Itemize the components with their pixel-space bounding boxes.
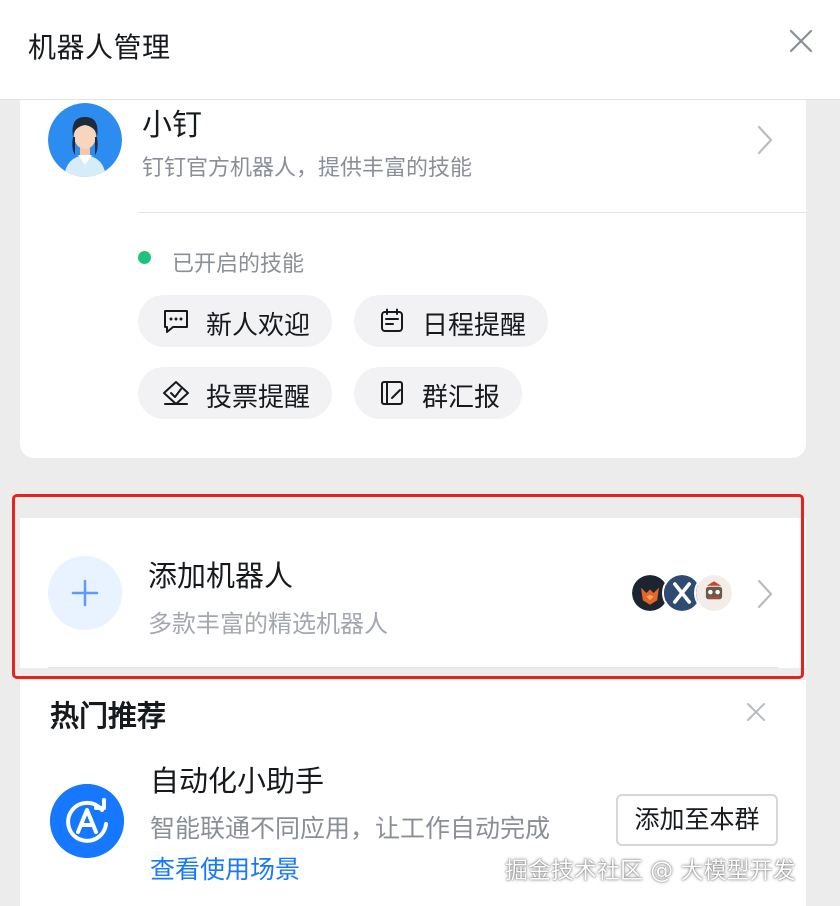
close-icon[interactable] [786, 26, 816, 56]
recommend-title: 热门推荐 [50, 699, 167, 733]
close-icon[interactable] [744, 700, 768, 724]
report-icon [381, 381, 403, 405]
skill-chip-welcome[interactable]: 新人欢迎 [138, 295, 332, 347]
status-dot [138, 251, 151, 264]
xiaoding-avatar[interactable] [48, 103, 122, 177]
add-robot-title: 添加机器人 [148, 559, 294, 593]
watermark: 掘金技术社区 @ 大模型开发 [505, 858, 796, 884]
skills-status-label: 已开启的技能 [172, 252, 305, 277]
divider [48, 667, 778, 668]
chevron-right-icon[interactable] [756, 124, 774, 156]
bot-description: 钉钉官方机器人，提供丰富的技能 [142, 156, 473, 181]
dialog-title: 机器人管理 [28, 31, 171, 64]
bot-name: 小钉 [142, 108, 202, 143]
skill-chip-label: 投票提醒 [206, 383, 311, 413]
add-to-group-button[interactable]: 添加至本群 [616, 794, 778, 846]
vote-icon [163, 381, 189, 405]
skill-chip-label: 日程提醒 [422, 311, 527, 341]
message-icon [164, 310, 188, 333]
skill-chip-label: 新人欢迎 [206, 311, 311, 341]
skill-chip-report[interactable]: 群汇报 [354, 367, 522, 419]
dialog-header: 机器人管理 [0, 0, 840, 100]
automation-icon[interactable] [50, 784, 124, 858]
add-robot-description: 多款丰富的精选机器人 [148, 610, 388, 638]
view-scenarios-link[interactable]: 查看使用场景 [150, 850, 300, 886]
skill-chip-label: 群汇报 [422, 383, 501, 413]
calendar-icon [381, 308, 403, 332]
automation-assistant-description: 智能联通不同应用，让工作自动完成 [150, 814, 551, 843]
skill-chip-schedule[interactable]: 日程提醒 [354, 295, 548, 347]
divider [138, 212, 806, 213]
plus-icon[interactable] [48, 556, 122, 630]
skill-chip-vote[interactable]: 投票提醒 [138, 367, 332, 419]
chevron-right-icon[interactable] [756, 578, 774, 610]
automation-assistant-name: 自动化小助手 [150, 764, 325, 798]
cartoon-avatar [694, 573, 734, 613]
